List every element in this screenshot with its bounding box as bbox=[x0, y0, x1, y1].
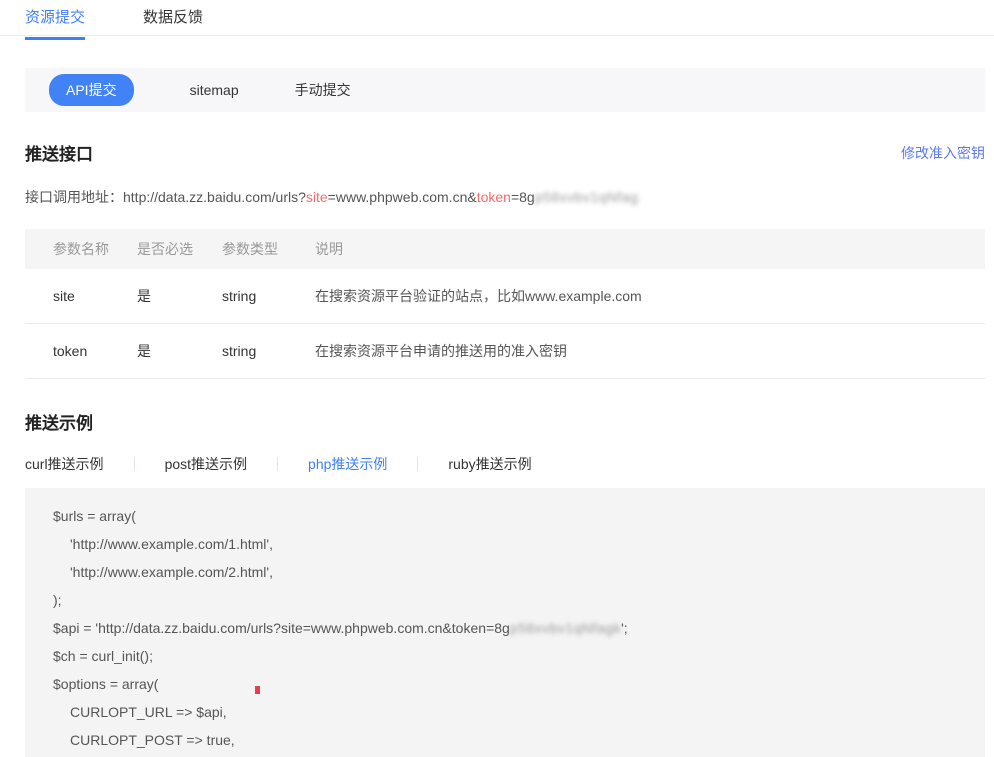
tab-divider bbox=[417, 457, 418, 471]
col-header-type: 参数类型 bbox=[222, 239, 315, 259]
red-cursor-artifact bbox=[255, 686, 260, 694]
tab-data-feedback[interactable]: 数据反馈 bbox=[143, 0, 203, 39]
code-token-redacted: p58xvbv1qNfagk bbox=[510, 620, 621, 636]
endpoint-url-line: 接口调用地址：http://data.zz.baidu.com/urls?sit… bbox=[25, 187, 985, 207]
method-sitemap-button[interactable]: sitemap bbox=[190, 82, 239, 98]
code-line: ); bbox=[53, 586, 965, 614]
code-line: $urls = array( bbox=[53, 502, 965, 530]
push-example-title: 推送示例 bbox=[25, 409, 93, 434]
method-manual-submit-button[interactable]: 手动提交 bbox=[295, 80, 351, 100]
tab-divider bbox=[277, 457, 278, 471]
tab-resource-submit[interactable]: 资源提交 bbox=[25, 0, 85, 39]
param-desc-cell: 在搜索资源平台申请的推送用的准入密钥 bbox=[315, 341, 985, 361]
param-required-cell: 是 bbox=[137, 341, 222, 361]
param-name-cell: site bbox=[25, 288, 137, 304]
tab-divider bbox=[134, 457, 135, 471]
code-line: CURLOPT_POST => true, bbox=[53, 726, 965, 754]
endpoint-base-url: http://data.zz.baidu.com/urls? bbox=[123, 189, 306, 205]
param-desc-cell: 在搜索资源平台验证的站点，比如www.example.com bbox=[315, 286, 985, 306]
endpoint-param-site: site bbox=[306, 189, 328, 205]
endpoint-site-value: www.phpweb.com.cn bbox=[336, 189, 468, 205]
param-type-cell: string bbox=[222, 343, 315, 359]
params-table-header-row: 参数名称 是否必选 参数类型 说明 bbox=[25, 229, 985, 269]
method-api-submit-button[interactable]: API提交 bbox=[49, 74, 134, 106]
endpoint-label: 接口调用地址： bbox=[25, 189, 123, 205]
table-row: site 是 string 在搜索资源平台验证的站点，比如www.example… bbox=[25, 269, 985, 324]
tab-ruby-example[interactable]: ruby推送示例 bbox=[448, 454, 531, 474]
endpoint-token-visible: =8g bbox=[511, 189, 535, 205]
params-table: 参数名称 是否必选 参数类型 说明 site 是 string 在搜索资源平台验… bbox=[25, 229, 985, 379]
tab-post-example[interactable]: post推送示例 bbox=[165, 454, 247, 474]
col-header-param-name: 参数名称 bbox=[25, 239, 137, 259]
tab-php-example[interactable]: php推送示例 bbox=[308, 454, 387, 474]
php-example-code-block: $urls = array( 'http://www.example.com/1… bbox=[25, 488, 985, 757]
param-name-cell: token bbox=[25, 343, 137, 359]
col-header-description: 说明 bbox=[315, 239, 985, 259]
code-line: $ch = curl_init(); bbox=[53, 642, 965, 670]
submit-method-strip: API提交 sitemap 手动提交 bbox=[25, 68, 985, 112]
code-line: 'http://www.example.com/2.html', bbox=[53, 558, 965, 586]
top-tab-bar: 资源提交 数据反馈 bbox=[0, 0, 994, 36]
code-line-api: $api = 'http://data.zz.baidu.com/urls?si… bbox=[53, 614, 965, 642]
push-api-title: 推送接口 bbox=[25, 140, 93, 165]
modify-access-key-link[interactable]: 修改准入密钥 bbox=[901, 143, 985, 163]
param-required-cell: 是 bbox=[137, 286, 222, 306]
tab-curl-example[interactable]: curl推送示例 bbox=[25, 454, 104, 474]
endpoint-token-redacted: p58xvbv1qNfag bbox=[535, 189, 639, 205]
endpoint-param-token: token bbox=[477, 189, 511, 205]
push-api-section-header: 推送接口 修改准入密钥 bbox=[25, 140, 985, 165]
code-line: $options = array( bbox=[53, 670, 965, 698]
code-line: CURLOPT_URL => $api, bbox=[53, 698, 965, 726]
col-header-required: 是否必选 bbox=[137, 239, 222, 259]
table-row: token 是 string 在搜索资源平台申请的推送用的准入密钥 bbox=[25, 324, 985, 379]
push-example-section-header: 推送示例 bbox=[25, 409, 985, 434]
param-type-cell: string bbox=[222, 288, 315, 304]
code-line: 'http://www.example.com/1.html', bbox=[53, 530, 965, 558]
example-language-tabs: curl推送示例 post推送示例 php推送示例 ruby推送示例 bbox=[25, 454, 985, 474]
